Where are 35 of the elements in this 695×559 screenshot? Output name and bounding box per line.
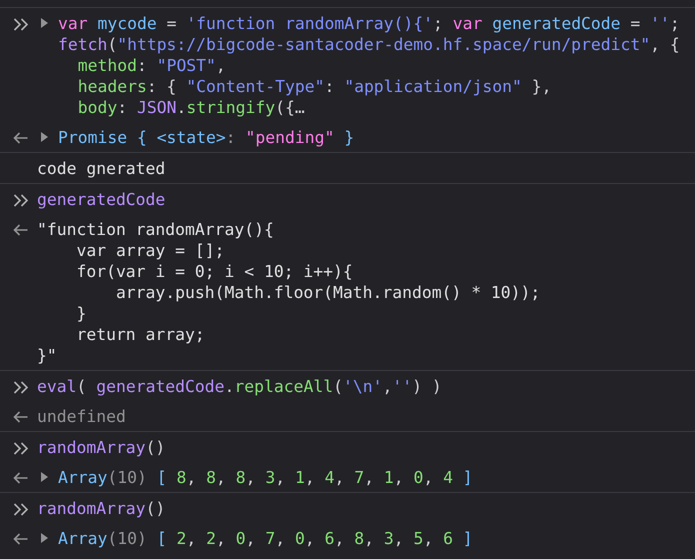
- result-arrow-icon: [13, 132, 28, 144]
- result-line: return array;: [75, 324, 205, 344]
- result-line: array.push(Math.floor(Math.random() * 10));: [114, 282, 540, 302]
- code-line: fetch("https://bigcode-santacoder-demo.hf.space/run/predict", {: [58, 34, 680, 54]
- prompt-chevron-icon: [13, 18, 29, 30]
- prompt-chevron-icon: [13, 380, 29, 394]
- result-line: for(var i = 0; i < 10; i++){: [75, 260, 353, 282]
- result-line: "function randomArray(){: [37, 218, 274, 240]
- result-arrow-icon: [13, 224, 28, 236]
- code-line: body: JSON.stringify({…: [76, 96, 305, 118]
- code-line: headers: { "Content-Type": "application/json" },: [76, 76, 552, 96]
- code-line: generatedCode: [37, 188, 166, 210]
- code-line: randomArray(): [37, 436, 166, 458]
- result-line: Array(10) [ 8, 8, 8, 3, 1, 4, 7, 1, 0, 4 ]: [58, 466, 473, 488]
- code-line: method: "POST",: [76, 54, 226, 76]
- result-arrow-icon: [13, 410, 28, 422]
- code-line: randomArray(): [37, 498, 166, 518]
- code-line: var mycode = 'function randomArray(){'; var generatedCode = '';: [58, 12, 680, 34]
- result-line: }: [75, 302, 86, 324]
- result-arrow-icon: [13, 472, 28, 484]
- result-line: }": [37, 344, 57, 366]
- expand-triangle-icon[interactable]: [40, 471, 49, 483]
- expand-triangle-icon[interactable]: [40, 532, 49, 544]
- prompt-chevron-icon: [13, 442, 29, 454]
- result-line: var array = [];: [75, 240, 224, 260]
- result-line: Array(10) [ 2, 2, 0, 7, 0, 6, 8, 3, 5, 6 ]: [58, 528, 473, 548]
- result-line: Promise { <state>: "pending" }: [58, 126, 354, 148]
- prompt-chevron-icon: [13, 194, 29, 206]
- log-message: code gnerated: [37, 158, 166, 178]
- code-line: eval( generatedCode.replaceAll('\n','') ): [37, 376, 442, 396]
- prompt-chevron-icon: [13, 502, 29, 516]
- result-line: undefined: [37, 406, 126, 426]
- result-arrow-icon: [13, 532, 28, 544]
- expand-triangle-icon[interactable]: [40, 131, 49, 143]
- expand-triangle-icon[interactable]: [40, 17, 49, 29]
